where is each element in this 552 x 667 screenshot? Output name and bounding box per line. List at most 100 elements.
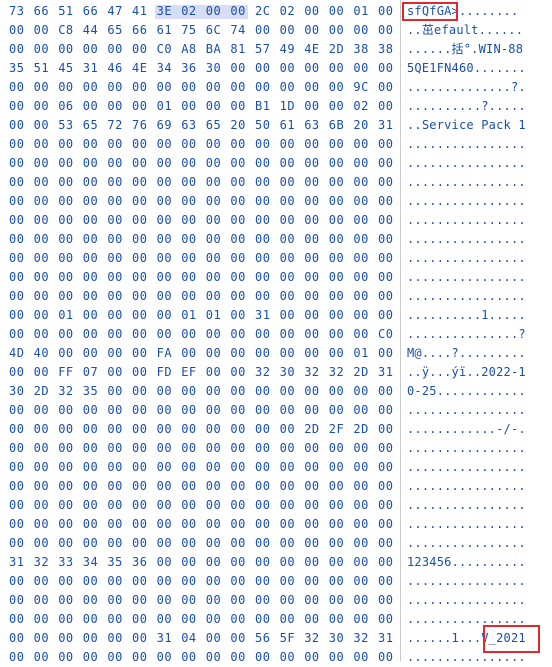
hex-byte[interactable]: 00 (329, 401, 344, 420)
hex-byte[interactable]: 00 (353, 439, 368, 458)
hex-byte[interactable]: 00 (34, 78, 49, 97)
hex-byte[interactable]: 00 (83, 496, 98, 515)
hex-byte[interactable]: 00 (230, 439, 245, 458)
hex-byte[interactable]: 01 (157, 97, 172, 116)
hex-byte[interactable]: FD (157, 363, 172, 382)
hex-byte[interactable]: 00 (9, 78, 24, 97)
hex-byte[interactable]: 31 (378, 629, 393, 648)
hex-byte[interactable]: 00 (353, 192, 368, 211)
hex-byte[interactable]: 00 (378, 439, 393, 458)
hex-byte[interactable]: 00 (58, 401, 73, 420)
hex-byte[interactable]: 00 (132, 401, 147, 420)
hex-byte[interactable]: 2D (353, 420, 368, 439)
hex-byte[interactable]: 01 (206, 306, 221, 325)
hex-byte[interactable]: 00 (107, 610, 122, 629)
hex-byte[interactable]: 00 (230, 268, 245, 287)
hex-byte[interactable]: 72 (107, 116, 122, 135)
hex-byte[interactable]: 00 (230, 458, 245, 477)
hex-byte[interactable]: 00 (304, 534, 319, 553)
hex-byte[interactable]: 00 (9, 534, 24, 553)
hex-byte[interactable]: 00 (83, 192, 98, 211)
hex-byte[interactable]: 00 (132, 344, 147, 363)
hex-byte[interactable]: 00 (83, 135, 98, 154)
hex-byte[interactable]: 00 (304, 553, 319, 572)
hex-byte[interactable]: 00 (280, 382, 295, 401)
hex-byte[interactable]: 00 (34, 116, 49, 135)
hex-byte[interactable]: 00 (83, 458, 98, 477)
hex-byte[interactable]: 00 (304, 59, 319, 78)
hex-byte[interactable]: 00 (304, 211, 319, 230)
ascii-text[interactable]: ..茁efault...... (407, 21, 523, 40)
hex-byte[interactable]: 00 (58, 496, 73, 515)
hex-byte[interactable]: 32 (58, 382, 73, 401)
hex-byte[interactable]: 00 (34, 591, 49, 610)
hex-byte[interactable]: 00 (230, 154, 245, 173)
hex-byte[interactable]: 32 (255, 363, 270, 382)
hex-byte[interactable]: 00 (230, 629, 245, 648)
hex-byte[interactable]: 00 (378, 78, 393, 97)
hex-byte[interactable]: 00 (181, 287, 196, 306)
hex-byte[interactable]: 00 (255, 401, 270, 420)
hex-byte[interactable]: 00 (132, 439, 147, 458)
hex-byte[interactable]: 35 (107, 553, 122, 572)
hex-byte[interactable]: 33 (58, 553, 73, 572)
hex-byte[interactable]: 00 (280, 401, 295, 420)
hex-byte[interactable]: 00 (107, 648, 122, 667)
hex-byte[interactable]: 00 (280, 59, 295, 78)
hex-byte[interactable]: 00 (107, 591, 122, 610)
hex-byte[interactable]: 00 (132, 458, 147, 477)
hex-byte[interactable]: 00 (58, 154, 73, 173)
hex-byte[interactable]: 00 (34, 287, 49, 306)
hex-byte[interactable]: 00 (255, 325, 270, 344)
hex-byte[interactable]: 00 (304, 458, 319, 477)
hex-byte[interactable]: 00 (255, 382, 270, 401)
hex-byte[interactable]: 00 (280, 420, 295, 439)
hex-byte[interactable]: 00 (329, 591, 344, 610)
hex-byte[interactable]: 00 (378, 306, 393, 325)
hex-byte[interactable]: 00 (255, 553, 270, 572)
hex-byte[interactable]: 00 (280, 192, 295, 211)
hex-byte[interactable]: 63 (304, 116, 319, 135)
hex-byte[interactable]: 00 (255, 287, 270, 306)
hex-byte[interactable]: 00 (157, 325, 172, 344)
hex-byte[interactable]: 00 (329, 344, 344, 363)
hex-byte[interactable]: 02 (353, 97, 368, 116)
hex-byte[interactable]: 32 (353, 629, 368, 648)
hex-byte[interactable]: 4E (132, 59, 147, 78)
hex-byte[interactable]: 00 (230, 344, 245, 363)
hex-byte[interactable]: 00 (378, 401, 393, 420)
hex-byte[interactable]: 00 (255, 477, 270, 496)
hex-byte[interactable]: 00 (83, 173, 98, 192)
hex-byte[interactable]: 00 (329, 59, 344, 78)
hex-byte[interactable]: 00 (280, 344, 295, 363)
hex-byte[interactable]: 00 (255, 610, 270, 629)
hex-byte[interactable]: 00 (157, 306, 172, 325)
hex-byte[interactable]: 00 (132, 496, 147, 515)
hex-byte[interactable]: 00 (107, 192, 122, 211)
hex-byte[interactable]: 2D (329, 40, 344, 59)
hex-byte[interactable]: 00 (230, 287, 245, 306)
hex-byte[interactable]: 00 (255, 135, 270, 154)
hex-byte[interactable]: 00 (280, 211, 295, 230)
hex-byte[interactable]: 00 (329, 135, 344, 154)
hex-byte[interactable]: 00 (181, 192, 196, 211)
hex-byte[interactable]: 00 (107, 401, 122, 420)
hex-byte[interactable]: 00 (230, 401, 245, 420)
hex-byte[interactable]: 00 (378, 648, 393, 667)
hex-byte[interactable]: 00 (329, 97, 344, 116)
hex-byte[interactable]: 00 (255, 572, 270, 591)
hex-byte[interactable]: 00 (378, 135, 393, 154)
hex-byte[interactable]: 00 (34, 230, 49, 249)
hex-byte[interactable]: 00 (206, 553, 221, 572)
hex-byte[interactable]: 00 (157, 173, 172, 192)
hex-byte[interactable]: 45 (58, 59, 73, 78)
hex-byte[interactable]: 00 (255, 249, 270, 268)
hex-byte[interactable]: 00 (206, 268, 221, 287)
hex-byte[interactable]: 00 (107, 344, 122, 363)
hex-byte[interactable]: 00 (255, 439, 270, 458)
hex-byte[interactable]: 51 (34, 59, 49, 78)
hex-byte[interactable]: 31 (157, 629, 172, 648)
hex-byte[interactable]: 00 (132, 306, 147, 325)
hex-byte[interactable]: 00 (206, 382, 221, 401)
hex-byte[interactable]: 00 (329, 648, 344, 667)
